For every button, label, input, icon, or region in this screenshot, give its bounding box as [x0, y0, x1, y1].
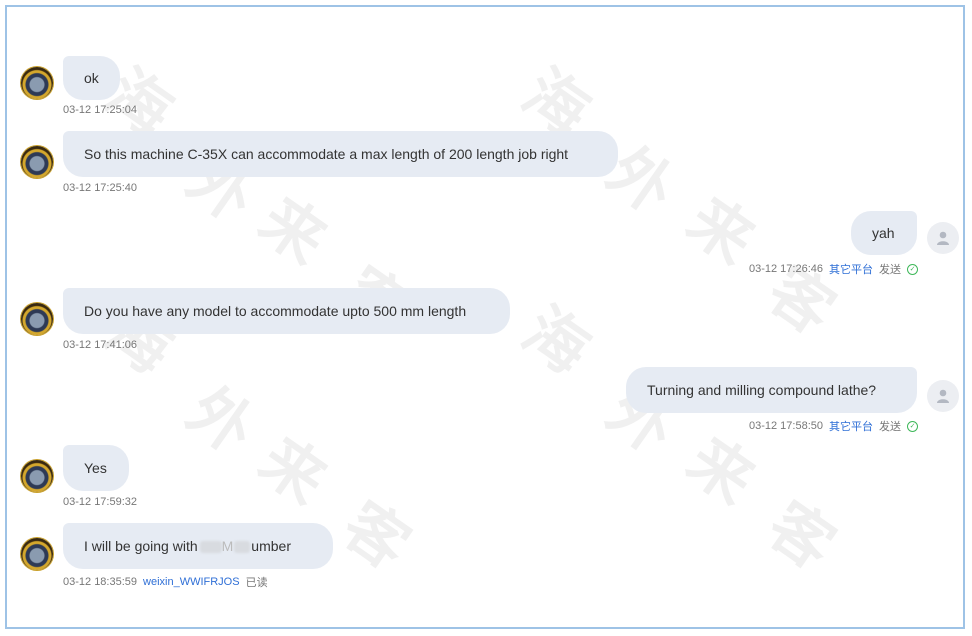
sender-link[interactable]: weixin_WWIFRJOS	[143, 576, 240, 588]
message-text: Yes	[84, 460, 107, 476]
contact-avatar[interactable]	[21, 460, 53, 492]
send-status: 发送	[879, 264, 901, 276]
contact-avatar[interactable]	[21, 146, 53, 178]
message-text: I will be going with Mumber	[84, 538, 291, 554]
message-meta: 03-12 17:58:50 其它平台 发送 ✓	[749, 418, 918, 434]
user-avatar[interactable]	[927, 380, 959, 412]
user-avatar[interactable]	[927, 222, 959, 254]
message-time: 03-12 17:41:06	[63, 339, 138, 351]
message-time: 03-12 17:59:32	[63, 496, 138, 508]
message-meta: 03-12 17:59:32	[63, 496, 137, 508]
message-bubble: ok	[63, 56, 120, 100]
message-text-mid: M	[221, 538, 234, 554]
contact-avatar[interactable]	[21, 303, 53, 335]
message-text: Turning and milling compound lathe?	[647, 382, 877, 398]
message-text: Do you have any model to accommodate upt…	[84, 303, 467, 319]
message-time: 03-12 17:25:04	[63, 104, 138, 116]
message-bubble: I will be going with Mumber	[63, 523, 333, 569]
platform-link[interactable]: 其它平台	[829, 261, 873, 277]
user-icon	[937, 389, 949, 403]
message-time: 03-12 18:35:59	[63, 576, 138, 588]
message-time: 03-12 17:26:46	[748, 263, 823, 275]
user-icon	[937, 231, 949, 245]
check-icon: ✓	[907, 263, 918, 275]
message-time: 03-12 17:58:50	[748, 420, 823, 432]
message-meta: 03-12 18:35:59 weixin_WWIFRJOS 已读	[63, 574, 268, 590]
message-meta: 03-12 17:26:46 其它平台 发送 ✓	[749, 261, 918, 277]
message-meta: 03-12 17:25:04	[63, 104, 137, 116]
check-icon: ✓	[907, 420, 918, 432]
message-text: ok	[84, 70, 99, 86]
read-status: 已读	[245, 577, 268, 589]
platform-link[interactable]: 其它平台	[829, 418, 873, 434]
message-bubble: Turning and milling compound lathe?	[626, 367, 917, 413]
contact-avatar[interactable]	[21, 67, 53, 99]
message-meta: 03-12 17:25:40	[63, 182, 137, 194]
message-bubble: Yes	[63, 445, 129, 491]
message-text-start: I will be going with	[84, 538, 198, 554]
message-time: 03-12 17:25:40	[63, 182, 138, 194]
redacted-block	[199, 541, 222, 554]
redacted-block	[234, 541, 251, 554]
message-bubble: So this machine C-35X can accommodate a …	[63, 131, 618, 177]
message-bubble: yah	[851, 211, 917, 255]
send-status: 发送	[879, 421, 901, 433]
contact-avatar[interactable]	[21, 538, 53, 570]
message-text: So this machine C-35X can accommodate a …	[84, 146, 569, 162]
message-text: yah	[872, 225, 895, 241]
message-text-end: umber	[251, 538, 291, 554]
message-meta: 03-12 17:41:06	[63, 339, 137, 351]
message-bubble: Do you have any model to accommodate upt…	[63, 288, 510, 334]
